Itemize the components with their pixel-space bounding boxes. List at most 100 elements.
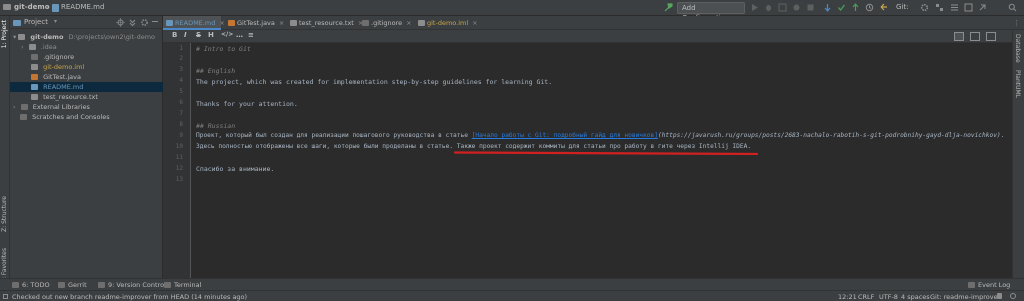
line-number: 9 [179,132,183,139]
todo-tool-button[interactable]: 6: TODO [12,281,50,289]
tabs-menu-icon[interactable]: ⋮ [1013,19,1020,27]
editor-only-icon[interactable] [954,32,964,41]
table-button[interactable]: ≡ [248,31,254,39]
tree-item-gittest[interactable]: GitTest.java [10,72,163,82]
code-button[interactable]: </> [221,31,233,38]
tab-git-demo-iml[interactable]: git-demo.iml × [415,16,481,30]
file-encoding[interactable]: UTF-8 [879,293,898,301]
line-separator[interactable]: CRLF [858,293,874,301]
layout-icon[interactable] [964,3,973,12]
structure-tool-tab[interactable]: Z: Structure [1,196,8,232]
markdown-toolbar: B I S H </> … ≡ [163,30,1012,43]
caret-position[interactable]: 12:21 [838,293,857,301]
hammer-icon[interactable] [664,3,673,12]
plantuml-tool-tab[interactable]: PlantUML [1014,70,1021,98]
tab-readme[interactable]: README.md × [163,16,225,30]
event-log-button[interactable]: Event Log [968,281,1010,289]
lock-icon[interactable] [997,293,1002,299]
project-panel-header: Project ▾ [10,16,163,29]
tree-item-gitignore[interactable]: .gitignore [10,52,163,62]
code-line-4[interactable]: The project, which was created for imple… [196,78,552,86]
bold-button[interactable]: B [172,31,177,39]
search-icon[interactable] [1008,3,1017,12]
tree-root[interactable]: ▾ git-demo D:\projects\own2\git-demo [10,32,163,42]
git-branch[interactable]: Git: readme-improver [930,293,1000,301]
add-configuration-button[interactable]: Add Configuration... [677,2,745,22]
breadcrumb-file[interactable]: README.md [61,3,104,11]
chevron-down-icon[interactable]: ▾ [54,18,57,25]
close-icon[interactable]: × [219,19,224,27]
version-control-tool-button[interactable]: 9: Version Control [98,281,166,289]
folder-icon [3,4,11,10]
tab-label: README.md [175,19,216,27]
markdown-file-icon [31,84,38,90]
settings-icon[interactable] [920,3,929,12]
breadcrumb-project[interactable]: git-demo [14,3,50,11]
hide-icon[interactable] [152,21,158,22]
tree-item-test-resource[interactable]: test_resource.txt [10,92,163,102]
tab-label: test_resource.txt [299,19,354,27]
git-update-icon[interactable] [823,3,832,12]
code-line-9[interactable]: Проект, который был создан для реализаци… [196,132,1004,139]
tab-label: git-demo.iml [427,19,469,27]
italic-button[interactable]: I [184,31,187,39]
tab-gitignore[interactable]: .gitignore × [359,16,415,30]
tree-item-label: Scratches and Consoles [32,113,110,121]
status-message[interactable]: Checked out new branch readme-improver f… [12,293,247,301]
tree-item-label: test_resource.txt [43,93,98,101]
close-icon[interactable]: × [279,19,284,27]
run-icon[interactable] [750,3,759,12]
tree-scratches[interactable]: Scratches and Consoles [10,112,163,122]
gear-icon[interactable] [140,18,149,29]
project-tool-tab[interactable]: 1: Project [1,20,8,48]
markdown-editor[interactable]: # Intro to Git ## English The project, w… [192,43,1012,278]
tree-item-idea[interactable]: › .idea [10,42,163,52]
header-button[interactable]: H [208,31,214,39]
terminal-tool-button[interactable]: Terminal [164,281,201,289]
git-push-icon[interactable] [851,3,860,12]
article-link[interactable]: [Начало работы с Git: подробный гайд для… [472,132,658,139]
notifications-icon[interactable] [1010,293,1016,299]
gerrit-tool-button[interactable]: Gerrit [58,281,87,289]
split-view-icon[interactable] [970,32,980,41]
code-line-8[interactable]: ## Russian [196,122,235,130]
history-icon[interactable] [865,3,874,12]
code-line-6[interactable]: Thanks for your attention. [196,100,298,108]
tree-item-readme[interactable]: README.md [10,82,163,92]
stop-icon[interactable] [806,3,815,12]
locate-icon[interactable] [116,18,125,29]
tab-test-resource[interactable]: test_resource.txt × [287,16,363,30]
database-tool-tab[interactable]: Database [1014,34,1021,63]
tree-external-libraries[interactable]: › External Libraries [10,102,163,112]
line-number: 2 [179,55,183,62]
code-line-10[interactable]: Здесь полностью отображены все шаги, кот… [196,143,751,150]
coverage-icon[interactable] [778,3,787,12]
line-number: 7 [179,110,183,117]
rollback-icon[interactable] [879,3,888,12]
tree-item-iml[interactable]: git-demo.iml [10,62,163,72]
close-icon[interactable]: × [472,19,477,27]
indent-setting[interactable]: 4 spaces [901,293,930,301]
article-url[interactable]: (https://javarush.ru/groups/posts/2683-n… [658,132,1001,139]
preview-only-icon[interactable] [986,32,996,41]
strikethrough-button[interactable]: S [196,31,201,39]
collapse-icon[interactable] [128,18,137,29]
git-commit-icon[interactable] [837,3,846,12]
module-file-icon [418,20,425,26]
code-line-1[interactable]: # Intro to Git [196,45,251,53]
code-line-12[interactable]: Спасибо за внимание. [196,165,274,173]
tab-gittest[interactable]: GitTest.java × [225,16,287,30]
chevron-down-icon: ▾ [13,33,17,41]
tree-item-label: .gitignore [43,53,75,61]
code-line-3[interactable]: ## English [196,67,235,75]
event-log-label: Event Log [978,281,1011,289]
todo-icon [12,282,19,288]
debug-icon[interactable] [764,3,773,12]
structure-icon[interactable] [950,3,959,12]
close-icon[interactable]: × [406,19,411,27]
link-button[interactable]: … [236,31,243,39]
arrow-icon[interactable] [978,3,987,12]
project-view-dropdown[interactable]: Project [24,18,48,26]
project-structure-icon[interactable] [935,3,944,12]
profile-icon[interactable] [792,3,801,12]
